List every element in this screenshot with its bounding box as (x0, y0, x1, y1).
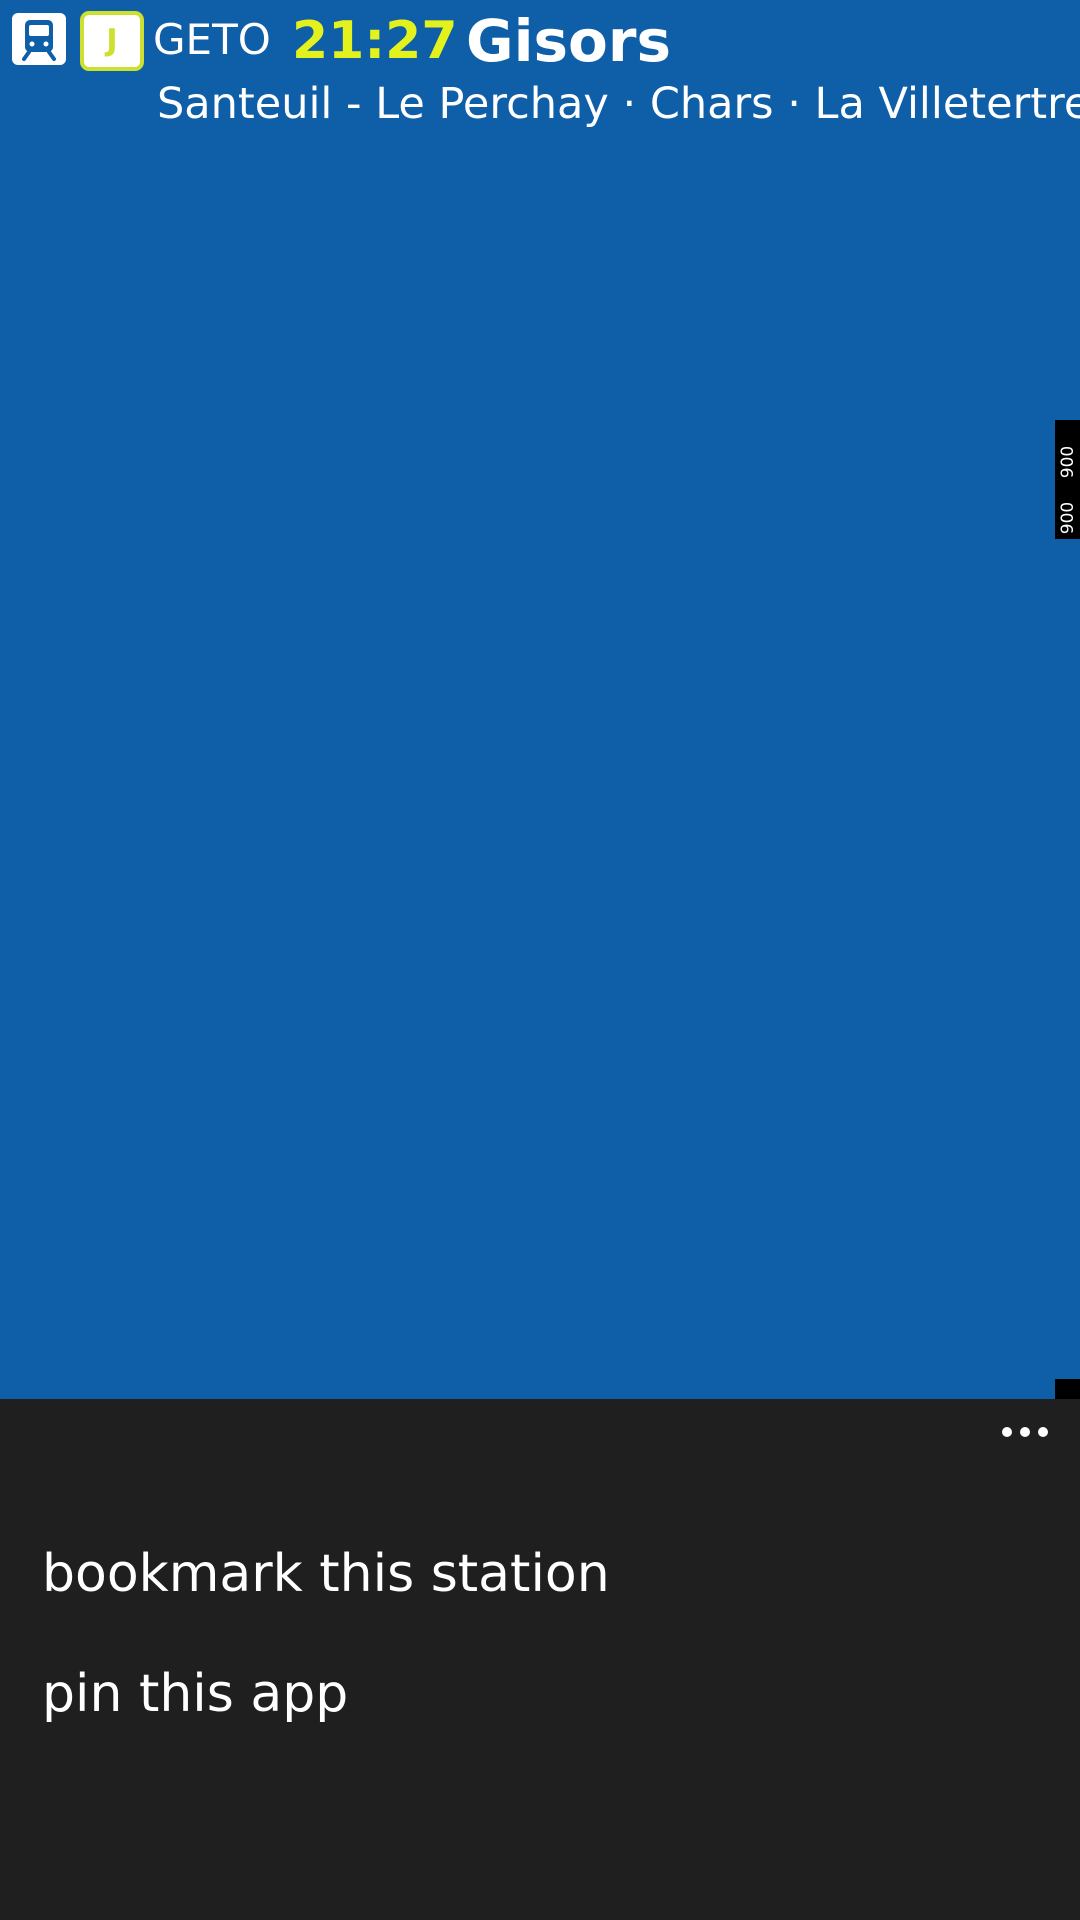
mission-code: GETO (153, 15, 271, 64)
platform-side-tab[interactable]: 900 900 (1055, 420, 1080, 539)
train-icon (12, 13, 66, 65)
more-dot (1038, 1427, 1048, 1437)
side-tab-label-top: 900 (1058, 445, 1078, 479)
app-bar: bookmark this station pin this app (0, 1399, 1080, 1920)
stops-ticker: Santeuil - Le Perchay · Chars · La Ville… (157, 79, 1080, 129)
destination-title: Gisors (466, 7, 671, 75)
departure-time: 21:27 (292, 11, 458, 71)
departure-board (0, 0, 1080, 1399)
more-icon[interactable] (1000, 1417, 1050, 1447)
screen: J GETO 21:27 Gisors Santeuil - Le Percha… (0, 0, 1080, 1920)
bookmark-station-menu-item[interactable]: bookmark this station (42, 1543, 610, 1605)
line-badge: J (80, 11, 144, 71)
more-dot (1020, 1427, 1030, 1437)
side-tab-label-bottom: 900 (1058, 501, 1078, 535)
header: J GETO 21:27 Gisors Santeuil - Le Percha… (0, 0, 1080, 129)
side-marker (1055, 1379, 1080, 1399)
pin-app-menu-item[interactable]: pin this app (42, 1663, 348, 1725)
more-dot (1002, 1427, 1012, 1437)
